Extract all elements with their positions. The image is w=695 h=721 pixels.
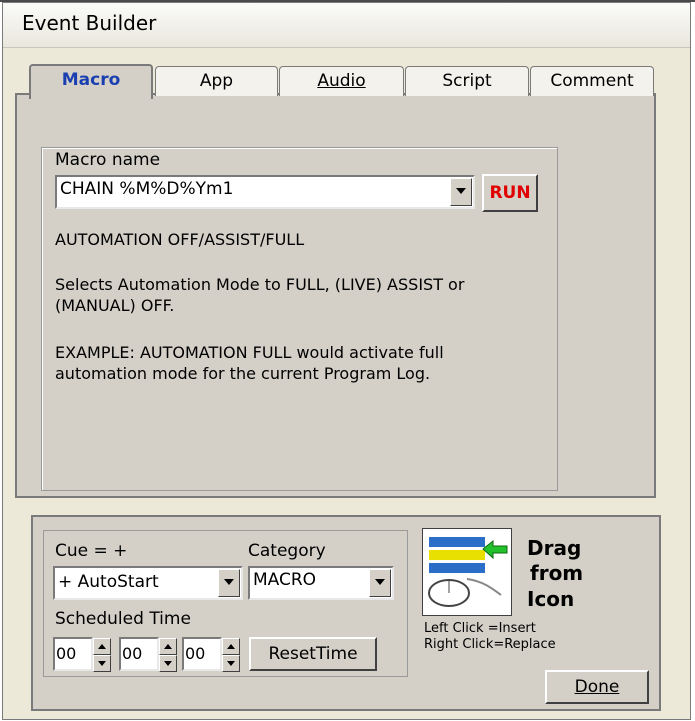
- macro-name-combo[interactable]: CHAIN %M%D%Ym1: [55, 175, 475, 209]
- tab-audio[interactable]: Audio: [279, 66, 404, 96]
- arrow-down-icon[interactable]: [93, 655, 111, 672]
- drag-label-line2: from: [530, 561, 584, 585]
- tab-macro[interactable]: Macro: [29, 64, 153, 99]
- scheduled-time-label: Scheduled Time: [55, 609, 191, 629]
- macro-example-line1: EXAMPLE: AUTOMATION FULL would activate …: [55, 343, 444, 362]
- seconds-field[interactable]: 00: [182, 637, 222, 671]
- tab-label: Script: [442, 71, 492, 91]
- done-button[interactable]: Done: [545, 670, 649, 704]
- macro-name-value[interactable]: CHAIN %M%D%Ym1: [60, 179, 233, 199]
- left-click-hint: Left Click =Insert: [424, 621, 536, 636]
- macro-heading: AUTOMATION OFF/ASSIST/FULL: [55, 230, 305, 249]
- tab-label: Macro: [61, 70, 121, 90]
- arrow-up-icon[interactable]: [93, 638, 111, 655]
- macro-description-line1: Selects Automation Mode to FULL, (LIVE) …: [55, 275, 465, 294]
- category-value[interactable]: MACRO: [253, 570, 316, 590]
- minutes-spinner[interactable]: [159, 638, 177, 672]
- cue-select[interactable]: + AutoStart: [53, 566, 243, 600]
- drag-label-line1: Drag: [527, 536, 582, 560]
- run-button[interactable]: RUN: [482, 174, 538, 212]
- cue-label: Cue = +: [55, 541, 128, 561]
- macro-name-label: Macro name: [55, 150, 161, 170]
- right-click-hint: Right Click=Replace: [424, 637, 556, 652]
- window-title: Event Builder: [22, 11, 157, 35]
- category-select[interactable]: MACRO: [248, 566, 394, 600]
- title-bar: Event Builder: [3, 3, 690, 48]
- chevron-down-icon[interactable]: [450, 178, 472, 206]
- macro-example-line2: automation mode for the current Program …: [55, 364, 431, 383]
- tab-label: Comment: [550, 71, 634, 91]
- minutes-field[interactable]: 00: [119, 637, 159, 671]
- chevron-down-icon[interactable]: [369, 569, 391, 597]
- drag-from-icon[interactable]: [422, 528, 512, 616]
- macro-description-line2: (MANUAL) OFF.: [55, 296, 175, 315]
- tab-label: App: [199, 71, 234, 91]
- reset-time-button[interactable]: ResetTime: [249, 637, 377, 671]
- arrow-down-icon[interactable]: [222, 655, 240, 672]
- arrow-down-icon[interactable]: [159, 655, 177, 672]
- category-label: Category: [248, 541, 326, 561]
- mouse-icon: [428, 537, 508, 607]
- cue-value[interactable]: + AutoStart: [58, 572, 159, 592]
- hours-spinner[interactable]: [93, 638, 111, 672]
- tab-comment[interactable]: Comment: [530, 66, 654, 96]
- arrow-up-icon[interactable]: [159, 638, 177, 655]
- done-label: Done: [574, 677, 620, 697]
- drag-label-line3: Icon: [527, 587, 575, 611]
- hours-field[interactable]: 00: [53, 637, 93, 671]
- arrow-up-icon[interactable]: [222, 638, 240, 655]
- seconds-spinner[interactable]: [222, 638, 240, 672]
- chevron-down-icon[interactable]: [218, 569, 240, 597]
- tab-label: Audio: [317, 71, 366, 91]
- tab-script[interactable]: Script: [405, 66, 529, 96]
- tab-app[interactable]: App: [155, 66, 278, 96]
